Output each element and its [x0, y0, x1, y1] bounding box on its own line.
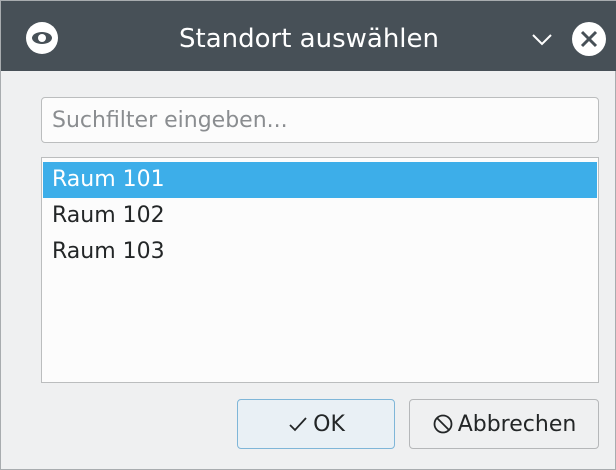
list-item[interactable]: Raum 101 [43, 162, 597, 198]
list-item[interactable]: Raum 103 [43, 234, 597, 270]
ok-button-label: OK [313, 411, 345, 437]
location-list[interactable]: Raum 101 Raum 102 Raum 103 [41, 157, 599, 383]
cancel-button-label: Abbrechen [457, 411, 577, 437]
search-filter-input[interactable] [41, 97, 599, 143]
list-item[interactable]: Raum 102 [43, 198, 597, 234]
check-icon [289, 417, 307, 432]
cancel-button[interactable]: Abbrechen [409, 399, 599, 449]
ok-button[interactable]: OK [237, 399, 395, 449]
cancel-icon [433, 414, 453, 434]
window-title: Standort auswählen [179, 24, 439, 54]
close-icon[interactable] [571, 21, 607, 57]
dialog-window: Standort auswählen Raum 101 Raum 102 Rau… [0, 0, 616, 470]
title-bar[interactable]: Standort auswählen [1, 1, 616, 71]
chevron-down-icon[interactable] [527, 27, 557, 51]
